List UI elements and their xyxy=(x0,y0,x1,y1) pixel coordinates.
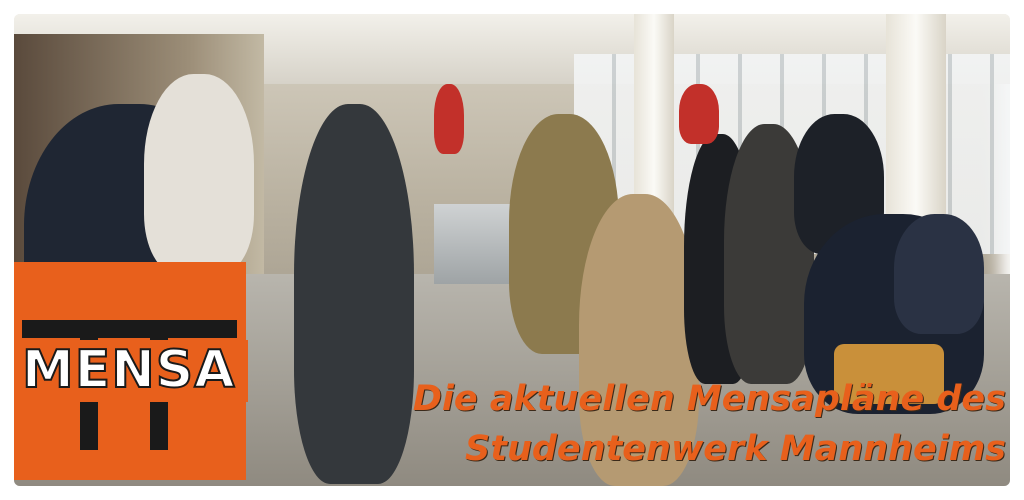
headline-line-1: Die aktuellen Mensapläne des xyxy=(412,379,1006,419)
decoration xyxy=(434,84,464,154)
logo-bar xyxy=(22,320,237,338)
person xyxy=(894,214,984,334)
headline-line-2: Studentenwerk Mannheims xyxy=(465,429,1006,469)
decoration xyxy=(679,84,719,144)
person xyxy=(144,74,254,274)
logo-text: MENSA xyxy=(21,339,236,401)
headline: Die aktuellen Mensapläne des Studentenwe… xyxy=(246,374,1006,474)
